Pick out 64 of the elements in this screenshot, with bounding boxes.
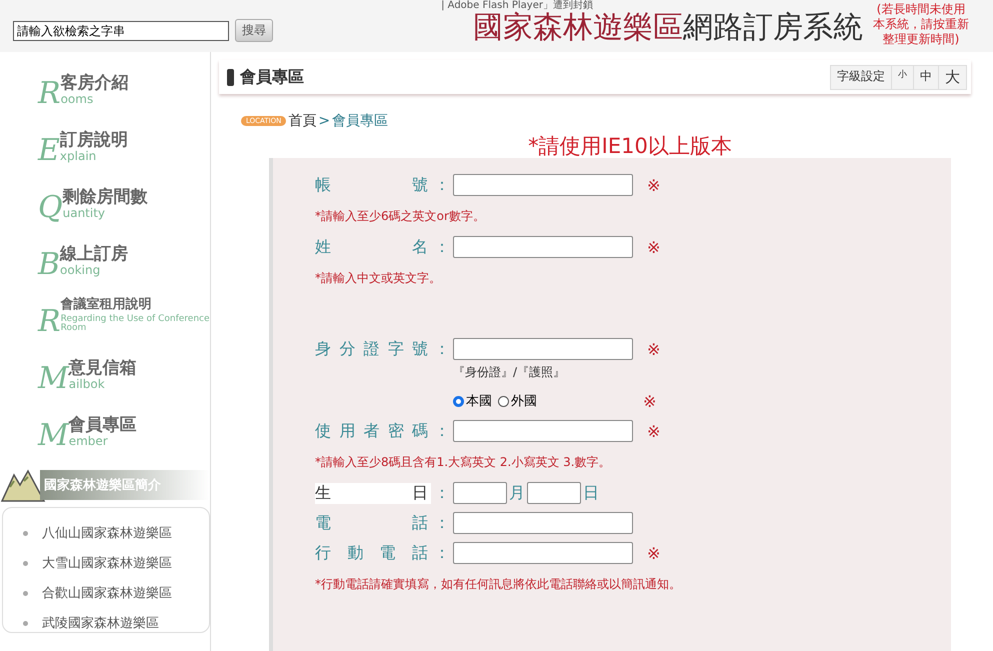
hint-text: *行動電話請確實填寫，如有任何訊息將依此電話聯絡或以簡訊通知。 [315,576,682,593]
field-label: 姓名 [315,236,431,258]
required-mark: ※ [647,238,660,256]
colon: ： [433,338,451,360]
marker-icon [227,68,234,86]
font-size-option[interactable]: 中 [913,66,938,88]
unit-label: 日 [583,482,599,504]
field-label: 生日 [315,482,431,504]
required-mark: ※ [647,544,660,562]
field-label: 身分證字號 [315,338,431,360]
colon: ： [433,482,451,504]
park-link[interactable]: 大雪山國家森林遊樂區 [42,554,172,572]
input-field[interactable] [453,236,633,258]
input-field[interactable] [453,174,633,196]
site-subtitle: 網路訂房系統 [683,10,863,45]
mountain-icon [0,467,46,503]
colon: ： [433,174,451,196]
radio-button[interactable] [498,396,509,406]
breadcrumb-link[interactable]: 首頁 [288,112,316,130]
park-link[interactable]: 八仙山國家森林遊樂區 [42,524,172,542]
font-size-label: 字級設定 [836,68,886,84]
page-title: 會員專區 [240,66,304,88]
search-button[interactable]: 搜尋 [235,19,273,42]
search-field[interactable]: 請輸入欲檢索之字串 [13,20,229,40]
field-label: 使用者密碼 [315,420,431,442]
colon: ： [433,236,451,258]
park-link[interactable]: 合歡山國家森林遊樂區 [42,584,172,602]
notice-text: | Adobe Flash Player」遭到封鎖 [441,0,593,11]
breadcrumb-separator: > [318,113,330,129]
radio-label: 外國 [511,393,537,410]
input-field[interactable] [453,338,633,360]
input-field[interactable] [453,512,633,534]
hint-text: *請輸入至少8碼且含有1.大寫英文 2.小寫英文 3.數字。 [315,454,612,471]
hint-text: *請輸入中文或英文字。 [315,270,442,287]
input-field[interactable] [453,482,507,504]
required-mark: ※ [647,340,660,358]
site-title: 國家森林遊樂區 [473,10,683,45]
font-size-option[interactable]: 小 [891,66,913,88]
bullet-icon [23,530,28,536]
refresh-note: (若長時間未使用本系統，請按重新整理更新時間) [872,2,970,47]
input-field[interactable] [453,420,633,442]
breadcrumb-current: 會員專區 [332,112,388,130]
colon: ： [433,420,451,442]
required-mark: ※ [647,176,660,194]
radio-button[interactable] [453,396,464,406]
field-label: 帳號 [315,174,431,196]
colon: ： [433,542,451,564]
field-label: 電話 [315,512,431,534]
required-mark: ※ [647,422,660,440]
bullet-icon [23,620,28,626]
hint-text: *請輸入至少6碼之英文or數字。 [315,208,486,225]
radio-label: 本國 [466,393,492,410]
bullet-icon [23,590,28,596]
browser-notice: *請使用IE10以上版本 [527,134,733,158]
required-mark: ※ [643,392,656,410]
input-field[interactable] [527,482,581,504]
unit-label: 月 [509,482,525,504]
font-size-option[interactable]: 大 [938,66,966,88]
field-note: 『身份證』/『護照』 [453,364,566,381]
colon: ： [433,512,451,534]
input-field[interactable] [453,542,633,564]
field-label: 行動電話 [315,542,431,564]
park-link[interactable]: 武陵國家森林遊樂區 [42,614,159,632]
bullet-icon [23,560,28,566]
